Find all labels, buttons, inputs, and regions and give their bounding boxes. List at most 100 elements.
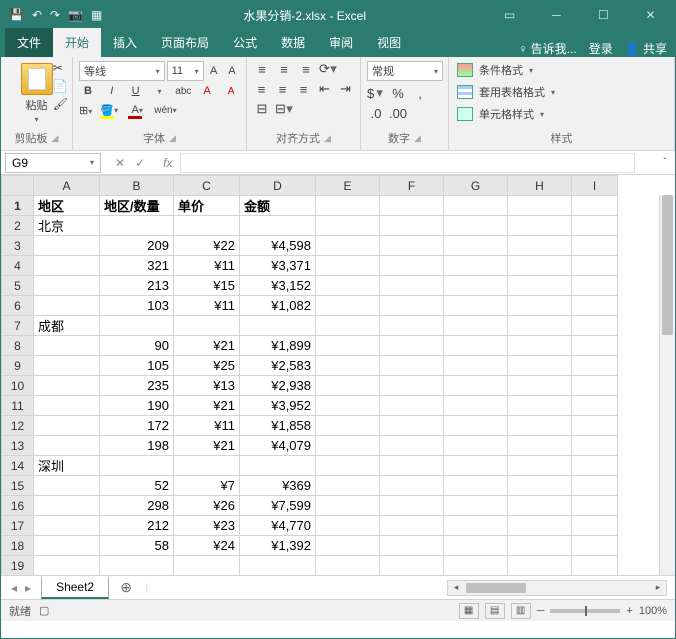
ribbon-options-icon[interactable]: ▭ (487, 2, 532, 28)
enter-fx-icon[interactable]: ✓ (135, 156, 145, 170)
customize-icon[interactable]: ▦ (91, 8, 102, 22)
cell[interactable] (34, 256, 100, 276)
share-button[interactable]: 👤 共享 (625, 40, 667, 57)
cell[interactable] (100, 556, 174, 576)
cell[interactable] (572, 516, 618, 536)
col-header[interactable]: H (508, 176, 572, 196)
cell[interactable]: 52 (100, 476, 174, 496)
cell[interactable] (174, 316, 240, 336)
formula-bar[interactable] (180, 153, 635, 173)
cell[interactable] (508, 376, 572, 396)
minimize-button[interactable]: ─ (534, 2, 579, 28)
horizontal-scrollbar[interactable]: ◂▸ (447, 580, 667, 596)
border-button[interactable]: ⊞▾ (79, 104, 92, 117)
tab-review[interactable]: 审阅 (317, 28, 365, 57)
cell[interactable] (508, 476, 572, 496)
cell[interactable] (508, 396, 572, 416)
page-layout-view-icon[interactable]: ▤ (485, 603, 505, 619)
cell[interactable]: 90 (100, 336, 174, 356)
camera-icon[interactable]: 📷 (68, 8, 83, 22)
cell[interactable]: 298 (100, 496, 174, 516)
cell[interactable] (508, 296, 572, 316)
cell[interactable]: 58 (100, 536, 174, 556)
cell[interactable] (508, 316, 572, 336)
tab-insert[interactable]: 插入 (101, 28, 149, 57)
cell[interactable]: ¥7,599 (240, 496, 316, 516)
cell[interactable] (508, 556, 572, 576)
cell[interactable] (100, 216, 174, 236)
currency-icon[interactable]: $▾ (367, 85, 385, 101)
cell[interactable]: ¥1,392 (240, 536, 316, 556)
zoom-in-button[interactable]: + (626, 605, 632, 617)
cell[interactable]: 105 (100, 356, 174, 376)
col-header[interactable]: F (380, 176, 444, 196)
cell[interactable] (316, 476, 380, 496)
align-middle-icon[interactable]: ≡ (275, 61, 293, 77)
cell[interactable]: 单价 (174, 196, 240, 216)
cell[interactable] (572, 336, 618, 356)
cell[interactable] (34, 296, 100, 316)
cell[interactable] (34, 356, 100, 376)
cell[interactable] (34, 536, 100, 556)
row-header[interactable]: 15 (2, 476, 34, 496)
pinyin-button[interactable]: wén▾ (154, 105, 176, 116)
cell[interactable] (444, 276, 508, 296)
maximize-button[interactable]: ☐ (581, 2, 626, 28)
cell[interactable] (380, 236, 444, 256)
cell[interactable] (174, 216, 240, 236)
cell[interactable]: ¥24 (174, 536, 240, 556)
cell[interactable] (444, 196, 508, 216)
row-header[interactable]: 14 (2, 456, 34, 476)
cell[interactable] (316, 436, 380, 456)
increase-decimal-icon[interactable]: .0 (367, 105, 385, 121)
cell[interactable]: ¥11 (174, 256, 240, 276)
cell[interactable] (174, 556, 240, 576)
cell[interactable] (34, 336, 100, 356)
decrease-font-a[interactable]: A (222, 86, 240, 97)
increase-font-a[interactable]: A (198, 85, 216, 97)
cell[interactable] (380, 396, 444, 416)
col-header[interactable]: G (444, 176, 508, 196)
tab-layout[interactable]: 页面布局 (149, 28, 221, 57)
zoom-slider[interactable] (550, 609, 620, 613)
cell[interactable]: 213 (100, 276, 174, 296)
font-dialog-icon[interactable]: ◢ (169, 133, 176, 144)
cell[interactable] (380, 376, 444, 396)
cell[interactable] (572, 276, 618, 296)
cell[interactable]: ¥7 (174, 476, 240, 496)
col-header[interactable]: E (316, 176, 380, 196)
cell[interactable] (444, 236, 508, 256)
underline-button[interactable]: U (127, 85, 145, 97)
login-button[interactable]: 登录 (589, 40, 613, 57)
cell[interactable] (572, 296, 618, 316)
cell[interactable] (380, 316, 444, 336)
sheet-tab[interactable]: Sheet2 (41, 577, 109, 599)
cell[interactable] (380, 476, 444, 496)
cell[interactable] (444, 416, 508, 436)
font-color-button[interactable]: A▾ (126, 101, 148, 119)
cell[interactable]: 地区 (34, 196, 100, 216)
cell[interactable]: ¥4,079 (240, 436, 316, 456)
orientation-icon[interactable]: ⟳▾ (319, 61, 337, 77)
align-bottom-icon[interactable]: ≡ (297, 61, 315, 77)
indent-inc-icon[interactable]: ⇥ (337, 81, 354, 97)
cell[interactable]: ¥25 (174, 356, 240, 376)
cell[interactable]: ¥3,952 (240, 396, 316, 416)
cell[interactable]: 198 (100, 436, 174, 456)
align-top-icon[interactable]: ≡ (253, 61, 271, 77)
cell[interactable] (508, 336, 572, 356)
col-header[interactable]: B (100, 176, 174, 196)
cell[interactable]: 成都 (34, 316, 100, 336)
cell[interactable]: ¥3,371 (240, 256, 316, 276)
cell[interactable] (444, 356, 508, 376)
macro-record-icon[interactable]: ▢ (39, 604, 49, 617)
cell[interactable]: ¥4,598 (240, 236, 316, 256)
align-dialog-icon[interactable]: ◢ (324, 133, 331, 144)
cell[interactable] (572, 556, 618, 576)
decrease-font-icon[interactable]: A (224, 61, 240, 81)
cell[interactable]: ¥11 (174, 416, 240, 436)
cell[interactable] (240, 456, 316, 476)
row-header[interactable]: 4 (2, 256, 34, 276)
font-name-select[interactable]: 等线▾ (79, 61, 165, 81)
cell[interactable] (572, 396, 618, 416)
